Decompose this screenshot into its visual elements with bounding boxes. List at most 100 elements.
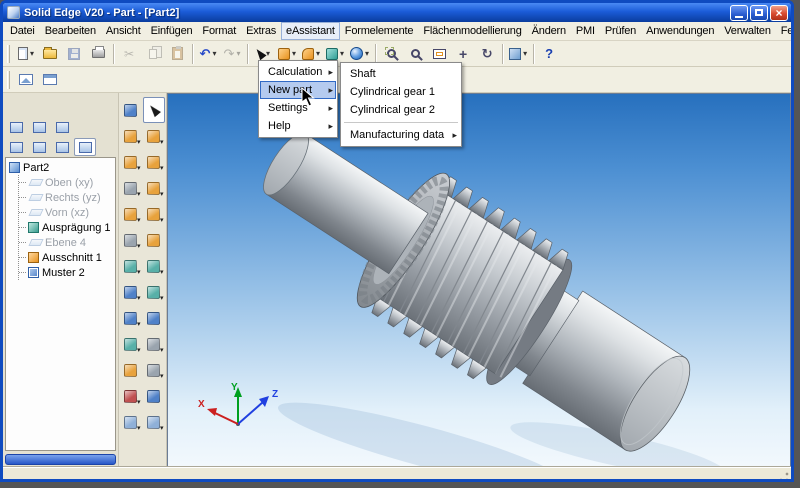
menu-item-cylindrical-gear-1[interactable]: Cylindrical gear 1 (342, 83, 460, 101)
menu-bearbeiten[interactable]: Bearbeiten (40, 22, 101, 40)
tree-item-ebene-4[interactable]: Ebene 4 (19, 235, 115, 250)
model-canvas[interactable]: Y Z X (168, 94, 794, 466)
menu-fl-chenmodellierung[interactable]: Flächenmodellierung (418, 22, 526, 40)
title-bar[interactable]: Solid Edge V20 - Part - [Part2] × (3, 3, 791, 22)
menu-item-help[interactable]: Help▸ (260, 117, 336, 135)
normal-protrusion-button[interactable] (143, 227, 165, 253)
toolbar-grip[interactable] (7, 45, 10, 63)
menu-format[interactable]: Format (197, 22, 241, 40)
tree-item-muster-2[interactable]: Muster 2 (19, 265, 115, 280)
open-button[interactable] (38, 43, 62, 65)
rotate-view-button[interactable] (475, 43, 499, 65)
round-button[interactable]: ▾ (120, 201, 142, 227)
dropdown-arrow-icon[interactable]: ▾ (137, 424, 141, 432)
dropdown-arrow-icon[interactable]: ▾ (160, 372, 164, 380)
promptbar-toggle-button[interactable] (38, 69, 62, 91)
dropdown-arrow-icon[interactable]: ▾ (137, 294, 141, 302)
dropdown-arrow-icon[interactable]: ▾ (137, 268, 141, 276)
menu-ndern[interactable]: Ändern (527, 22, 571, 40)
undo-button[interactable]: ▾ (196, 43, 220, 65)
feature-pathfinder-tab[interactable] (5, 118, 27, 136)
dropdown-arrow-icon[interactable]: ▾ (160, 216, 164, 224)
dropdown-arrow-icon[interactable]: ▾ (160, 268, 164, 276)
dropdown-arrow-icon[interactable]: ▾ (365, 49, 369, 58)
dropdown-arrow-icon[interactable]: ▾ (137, 138, 141, 146)
maximize-button[interactable] (750, 5, 768, 21)
resize-grip[interactable] (777, 471, 790, 482)
menu-item-cylindrical-gear-2[interactable]: Cylindrical gear 2 (342, 101, 460, 119)
dropdown-arrow-icon[interactable]: ▾ (160, 346, 164, 354)
emboss-button[interactable]: ▾ (143, 279, 165, 305)
family-of-parts-tab[interactable] (28, 118, 50, 136)
helical-protrusion-button[interactable]: ▾ (143, 201, 165, 227)
dropdown-arrow-icon[interactable]: ▾ (292, 49, 296, 58)
menu-einf-gen[interactable]: Einfügen (146, 22, 198, 40)
dropdown-arrow-icon[interactable]: ▾ (160, 294, 164, 302)
minimize-button[interactable] (730, 5, 748, 21)
draft-button[interactable] (120, 357, 142, 383)
hole-button[interactable]: ▾ (120, 175, 142, 201)
dropdown-arrow-icon[interactable]: ▾ (212, 49, 216, 58)
menu-anwendungen[interactable]: Anwendungen (641, 22, 719, 40)
part-painter-button[interactable] (143, 383, 165, 409)
menu-verwalten[interactable]: Verwalten (719, 22, 776, 40)
toolbar-grip[interactable] (7, 71, 10, 89)
protrusion-button[interactable]: ▾ (120, 123, 142, 149)
mirror-copy-button[interactable]: ▾ (120, 331, 142, 357)
menu-item-new-part[interactable]: New part▸ (260, 81, 336, 99)
vent-button[interactable] (143, 305, 165, 331)
tree-item-auspr-gung-1[interactable]: Ausprägung 1 (19, 220, 115, 235)
sketch-button[interactable] (120, 97, 142, 123)
pattern-button[interactable]: ▾ (120, 305, 142, 331)
dropdown-arrow-icon[interactable]: ▾ (137, 216, 141, 224)
dropdown-arrow-icon[interactable]: ▾ (137, 242, 141, 250)
feature-library-tab[interactable] (51, 118, 73, 136)
menu-eassistant[interactable]: eAssistant (281, 22, 340, 40)
new-document-button[interactable]: ▾ (14, 43, 38, 65)
dropdown-arrow-icon[interactable]: ▾ (160, 424, 164, 432)
menu-pmi[interactable]: PMI (571, 22, 600, 40)
swept-protrusion-button[interactable]: ▾ (143, 149, 165, 175)
dropdown-arrow-icon[interactable]: ▾ (137, 346, 141, 354)
edgebar-toggle-button[interactable] (14, 69, 38, 91)
edgebar-scrollbar[interactable] (5, 454, 116, 465)
menu-item-settings[interactable]: Settings▸ (260, 99, 336, 117)
select-tool-button[interactable] (143, 97, 165, 123)
tree-item-rechts-yz[interactable]: Rechts (yz) (19, 190, 115, 205)
revolved-protrusion-button[interactable]: ▾ (143, 123, 165, 149)
menu-item-manufacturing-data[interactable]: Manufacturing data▸ (342, 126, 460, 144)
visible-edges-button[interactable]: ▾ (143, 409, 165, 435)
common-views-button[interactable]: ▾ (506, 43, 530, 65)
dropdown-arrow-icon[interactable]: ▾ (137, 164, 141, 172)
menu-pr-fen[interactable]: Prüfen (600, 22, 641, 40)
menu-extras[interactable]: Extras (241, 22, 281, 40)
dropdown-arrow-icon[interactable]: ▾ (30, 49, 34, 58)
tree-item-part2[interactable]: Part2 (9, 160, 115, 175)
dropdown-arrow-icon[interactable]: ▾ (340, 49, 344, 58)
menu-item-shaft[interactable]: Shaft (342, 65, 460, 83)
dropdown-arrow-icon[interactable]: ▾ (266, 49, 270, 58)
thin-wall-button[interactable]: ▾ (120, 253, 142, 279)
dropdown-arrow-icon[interactable]: ▾ (137, 190, 141, 198)
dropdown-arrow-icon[interactable]: ▾ (160, 138, 164, 146)
reference-plane-button[interactable]: ▾ (120, 409, 142, 435)
dropdown-arrow-icon[interactable]: ▾ (523, 49, 527, 58)
help-button[interactable] (537, 43, 561, 65)
3d-viewport[interactable]: Y Z X (167, 93, 791, 467)
menu-formelemente[interactable]: Formelemente (340, 22, 419, 40)
menu-ansicht[interactable]: Ansicht (101, 22, 146, 40)
dropdown-arrow-icon[interactable]: ▾ (160, 164, 164, 172)
print-button[interactable] (86, 43, 110, 65)
dropdown-arrow-icon[interactable]: ▾ (137, 320, 141, 328)
lip-button[interactable]: ▾ (143, 331, 165, 357)
dropdown-arrow-icon[interactable]: ▾ (316, 49, 320, 58)
menu-fenster[interactable]: Fenster (776, 22, 794, 40)
selection-manager-tab[interactable] (51, 138, 73, 156)
menu-datei[interactable]: Datei (5, 22, 40, 40)
menu-item-calculation[interactable]: Calculation▸ (260, 63, 336, 81)
lofted-protrusion-button[interactable]: ▾ (143, 175, 165, 201)
used-sketches-tab[interactable] (74, 138, 96, 156)
dropdown-arrow-icon[interactable]: ▾ (160, 190, 164, 198)
boolean-subtract-button[interactable]: ▾ (143, 253, 165, 279)
close-button[interactable]: × (770, 5, 788, 21)
